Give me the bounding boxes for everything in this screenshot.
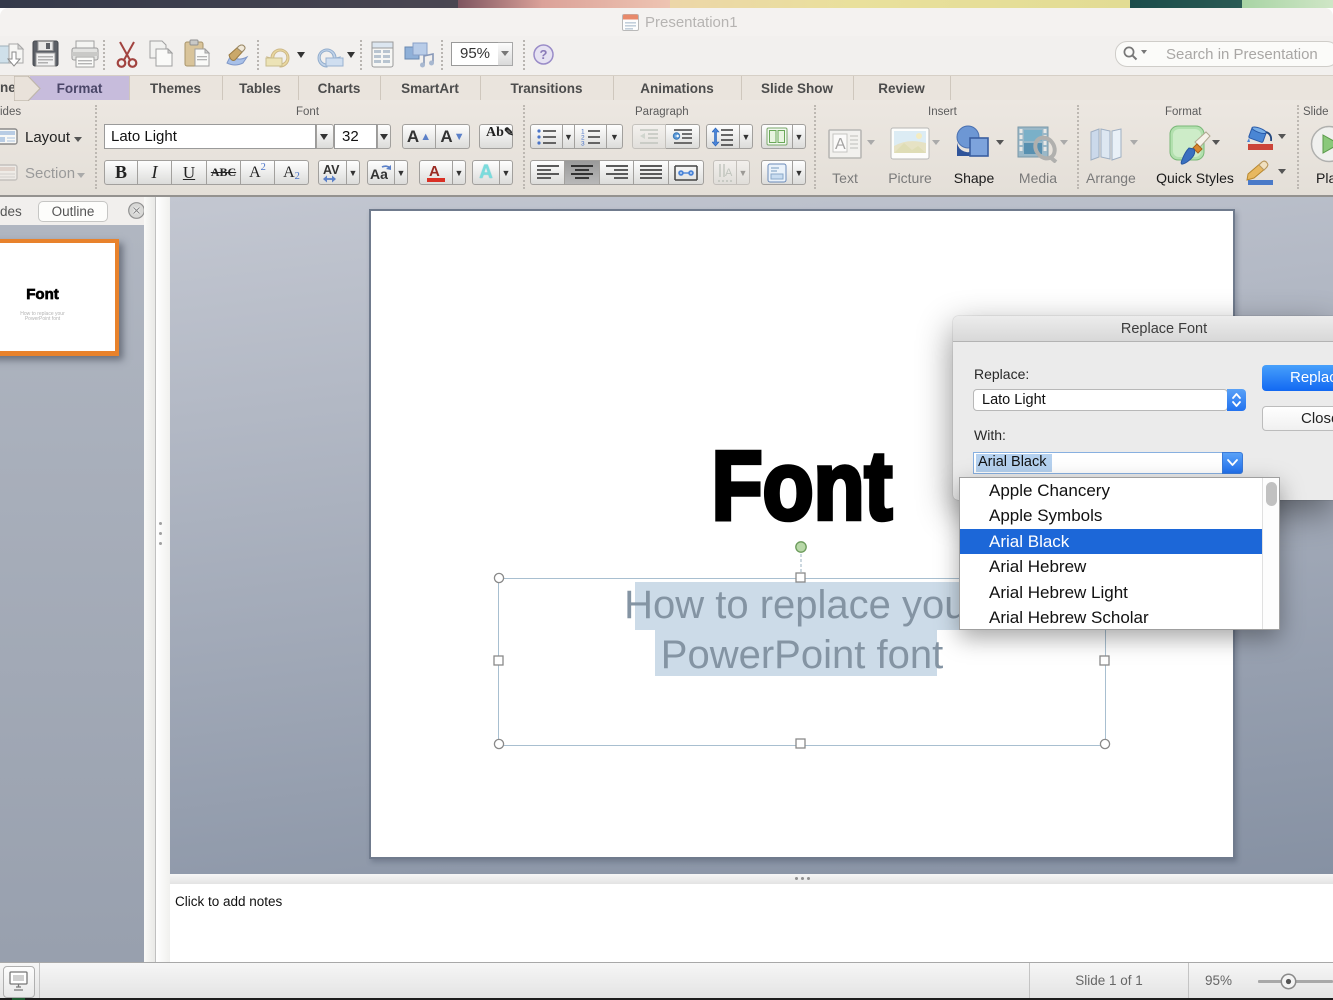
svg-text:3: 3 [581,140,585,146]
svg-text:A: A [725,167,733,179]
svg-text:A: A [429,163,440,180]
svg-text:A: A [835,136,846,153]
svg-text:Aa: Aa [370,166,388,182]
svg-text:?: ? [540,47,548,62]
svg-text:AV: AV [323,163,340,177]
